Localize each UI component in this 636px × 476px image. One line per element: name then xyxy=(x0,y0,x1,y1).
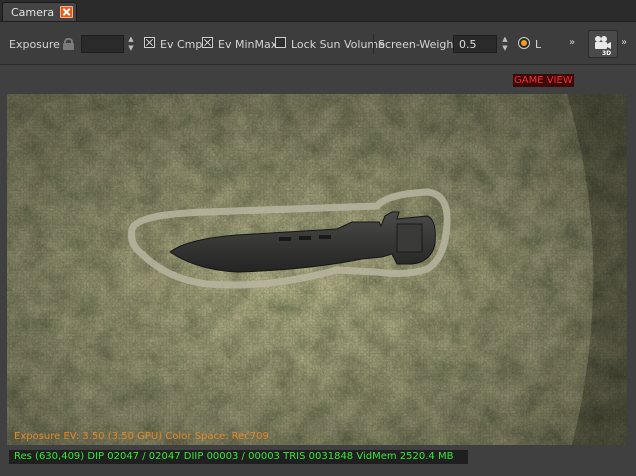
tab-bar: Camera xyxy=(0,0,636,22)
ev-cmp-checkbox[interactable] xyxy=(144,37,155,48)
close-icon[interactable] xyxy=(60,6,73,18)
lock-sun-volume-checkbox[interactable] xyxy=(275,37,286,48)
ev-minmax-label: Ev MinMax xyxy=(218,38,278,51)
exposure-label: Exposure xyxy=(9,38,60,51)
exposure-spinner[interactable]: ▲ ▼ xyxy=(124,35,138,53)
lock-icon[interactable] xyxy=(63,38,74,50)
screen-weight-spinner[interactable]: ▲ ▼ xyxy=(498,35,512,53)
camera-toolbar: Exposure ▲ ▼ Ev Cmp Ev MinMax Lock Sun Vo… xyxy=(0,22,636,65)
camera-mode-text: 3D xyxy=(602,50,611,56)
toolbar-divider xyxy=(373,34,374,54)
overflow-chevron-icon[interactable]: » xyxy=(569,37,575,48)
scene-render xyxy=(7,94,627,445)
render-stats-text: Res (630,409) DIP 02047 / 02047 DIIP 000… xyxy=(14,451,454,462)
spin-down-icon[interactable]: ▼ xyxy=(124,44,138,53)
screen-weight-input[interactable]: 0.5 xyxy=(453,35,497,53)
ev-cmp-label: Ev Cmp xyxy=(160,38,203,51)
spin-down-icon[interactable]: ▼ xyxy=(498,44,512,53)
tab-camera-label: Camera xyxy=(11,6,55,19)
exposure-input[interactable] xyxy=(81,35,124,53)
l-radio-label: L xyxy=(535,38,542,51)
spin-up-icon[interactable]: ▲ xyxy=(498,35,512,44)
l-radio[interactable] xyxy=(518,37,530,49)
overflow-chevron-icon-2[interactable]: » xyxy=(621,37,627,48)
ev-minmax-checkbox[interactable] xyxy=(202,37,213,48)
game-view-badge: GAME VIEW xyxy=(513,74,574,87)
movie-camera-icon: 3D xyxy=(595,36,611,56)
screen-weight-label: Screen-Weight xyxy=(378,38,458,51)
render-stats-bar: Res (630,409) DIP 02047 / 02047 DIIP 000… xyxy=(9,450,468,464)
game-viewport[interactable] xyxy=(7,94,627,445)
exposure-info: Exposure EV: 3.50 (3.50 GPU) Color Space… xyxy=(14,431,269,442)
tab-camera[interactable]: Camera xyxy=(2,2,77,21)
spin-up-icon[interactable]: ▲ xyxy=(124,35,138,44)
lock-sun-volume-label: Lock Sun Volume xyxy=(291,38,385,51)
camera-mode-button[interactable]: 3D xyxy=(588,30,618,58)
